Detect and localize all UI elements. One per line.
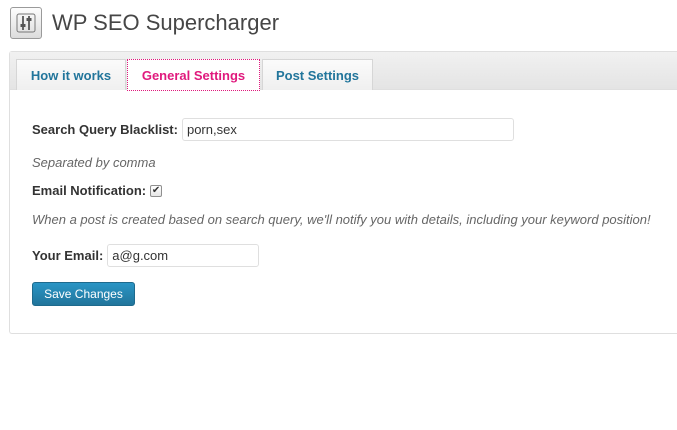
blacklist-row: Search Query Blacklist: — [32, 118, 514, 141]
email-label: Your Email: — [32, 248, 104, 263]
page-title: WP SEO Supercharger — [52, 10, 280, 35]
tab-post-settings[interactable]: Post Settings — [262, 59, 373, 90]
checkmark-icon: ✔ — [151, 184, 161, 196]
settings-sliders-icon — [10, 7, 42, 39]
page-header: WP SEO Supercharger — [10, 7, 279, 39]
email-row: Your Email: — [32, 244, 260, 267]
tab-bar: How it works General Settings Post Setti… — [10, 52, 677, 91]
email-notification-row: Email Notification: ✔ — [32, 183, 163, 198]
email-notification-checkbox[interactable]: ✔ — [150, 184, 163, 197]
settings-panel: How it works General Settings Post Setti… — [9, 51, 677, 334]
save-changes-button[interactable]: Save Changes — [32, 282, 135, 306]
email-input[interactable] — [107, 244, 260, 267]
tab-general-settings[interactable]: General Settings — [127, 59, 260, 91]
email-notification-label: Email Notification: — [32, 183, 147, 198]
blacklist-hint: Separated by comma — [32, 155, 156, 170]
blacklist-label: Search Query Blacklist: — [32, 122, 178, 137]
tab-how-it-works[interactable]: How it works — [16, 59, 126, 90]
blacklist-input[interactable] — [181, 118, 514, 141]
email-notification-hint: When a post is created based on search q… — [32, 212, 651, 227]
